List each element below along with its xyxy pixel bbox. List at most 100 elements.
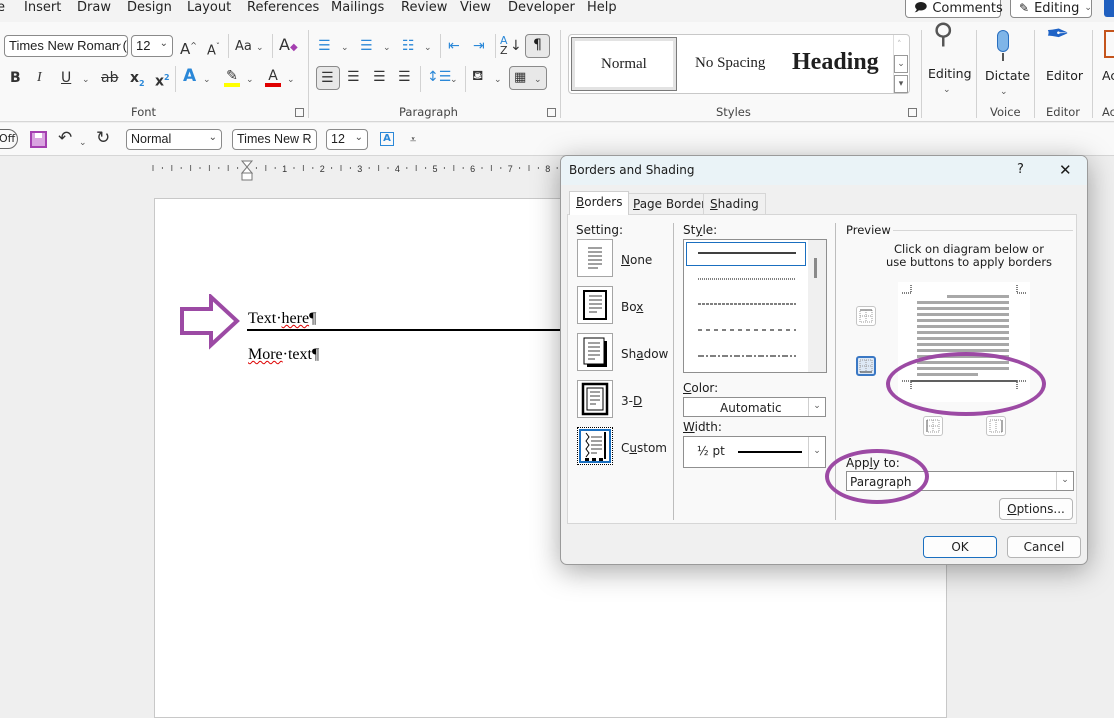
- ok-button[interactable]: OK: [923, 536, 997, 558]
- tab-help[interactable]: Help: [587, 0, 617, 15]
- close-button[interactable]: ✕: [1059, 161, 1072, 179]
- tab-layout[interactable]: Layout: [187, 0, 231, 15]
- line-spacing-icon[interactable]: ↕☰: [427, 69, 451, 85]
- editing-button[interactable]: ⚲ Editing ⌄: [925, 20, 972, 98]
- qat-style-combo[interactable]: Normal ⌄: [126, 129, 222, 150]
- add-ins-button[interactable]: Ac: [1100, 26, 1114, 98]
- chevron-down-icon[interactable]: ⌄: [82, 72, 90, 88]
- style-scrollbar-thumb[interactable]: [814, 258, 817, 278]
- multilevel-list-icon[interactable]: ☷: [402, 38, 415, 54]
- setting-3d-label[interactable]: 3-D: [621, 394, 642, 408]
- tab-insert[interactable]: Insert: [24, 0, 61, 15]
- align-right-icon[interactable]: ☰: [373, 69, 386, 85]
- horizontal-ruler[interactable]: 1 2 3 4 5 6 7 8: [150, 160, 560, 181]
- save-icon[interactable]: [30, 131, 47, 148]
- tab-references[interactable]: References: [247, 0, 319, 15]
- shading-icon[interactable]: ⛾: [472, 68, 483, 84]
- setting-box-button[interactable]: [577, 286, 613, 324]
- tab-view[interactable]: View: [460, 0, 491, 15]
- font-dialog-launcher[interactable]: [295, 108, 304, 117]
- left-border-button[interactable]: [923, 416, 943, 436]
- color-combo[interactable]: Automatic ⌄: [683, 397, 826, 417]
- undo-icon[interactable]: ↶: [58, 130, 72, 147]
- setting-none-label[interactable]: None: [621, 253, 652, 267]
- dictate-button[interactable]: Dictate ⌄: [980, 26, 1030, 98]
- chevron-down-icon[interactable]: ⌄: [203, 72, 211, 88]
- share-button[interactable]: [1104, 0, 1114, 17]
- text-box-icon[interactable]: A: [380, 132, 394, 146]
- dialog-title-bar[interactable]: Borders and Shading ? ✕: [561, 156, 1087, 185]
- font-size-combo[interactable]: 12 ⌄: [131, 35, 173, 57]
- text-effects-icon[interactable]: A: [183, 68, 196, 85]
- style-listbox[interactable]: [683, 239, 827, 373]
- style-no-spacing[interactable]: No Spacing: [681, 37, 785, 91]
- font-name-combo[interactable]: Times New Roman ( ⌄: [4, 35, 128, 57]
- bold-icon[interactable]: B: [10, 70, 21, 86]
- borders-button[interactable]: ▦ ⌄: [509, 66, 547, 90]
- highlight-icon[interactable]: ✎: [224, 68, 240, 87]
- align-center-icon[interactable]: ☰: [347, 69, 360, 85]
- show-formatting-marks-button[interactable]: ¶: [525, 34, 550, 58]
- setting-shadow-button[interactable]: [577, 333, 613, 371]
- setting-box-label[interactable]: Box: [621, 300, 643, 314]
- chevron-down-icon[interactable]: ⌄: [79, 135, 87, 151]
- chevron-down-icon[interactable]: ⌄: [494, 72, 502, 88]
- grow-font-icon[interactable]: A^: [180, 38, 197, 57]
- chevron-down-icon[interactable]: ⌄: [341, 40, 349, 56]
- font-color-icon[interactable]: A: [265, 68, 281, 87]
- customize-qat-icon[interactable]: ⩡: [410, 132, 416, 148]
- strikethrough-icon[interactable]: ab: [101, 70, 118, 86]
- apply-to-combo[interactable]: Paragraph ⌄: [846, 471, 1074, 491]
- underline-icon[interactable]: U: [61, 70, 71, 86]
- redo-icon[interactable]: ↻: [96, 130, 110, 147]
- subscript-icon[interactable]: x2: [130, 70, 145, 92]
- decrease-indent-icon[interactable]: ⇤: [448, 38, 460, 54]
- right-border-button[interactable]: [986, 416, 1006, 436]
- tab-borders[interactable]: Borders: [569, 191, 630, 215]
- justify-icon[interactable]: ☰: [398, 69, 411, 85]
- tab-shading[interactable]: Shading: [703, 193, 766, 214]
- top-border-button[interactable]: [856, 306, 876, 326]
- styles-more-icon[interactable]: ▾: [894, 75, 908, 93]
- style-heading[interactable]: Heading: [787, 37, 887, 91]
- bottom-border-button[interactable]: [856, 356, 876, 376]
- chevron-down-icon[interactable]: ⌄: [383, 40, 391, 56]
- chevron-up-icon[interactable]: ˄: [897, 37, 902, 53]
- align-left-button[interactable]: ☰: [316, 66, 340, 90]
- width-combo[interactable]: ½ pt ⌄: [683, 436, 826, 468]
- paragraph-more-text[interactable]: More·text¶: [248, 346, 319, 364]
- superscript-icon[interactable]: x2: [155, 70, 170, 90]
- qat-size-combo[interactable]: 12 ⌄: [326, 129, 368, 150]
- numbering-icon[interactable]: ☰: [360, 38, 373, 54]
- styles-dialog-launcher[interactable]: [908, 108, 917, 117]
- chevron-down-icon[interactable]: ⌄: [450, 72, 458, 88]
- qat-font-combo[interactable]: Times New R ⌄: [232, 129, 317, 150]
- setting-custom-button[interactable]: [577, 427, 613, 465]
- tab-design[interactable]: Design: [127, 0, 172, 15]
- help-button[interactable]: ?: [1017, 162, 1024, 177]
- style-normal[interactable]: Normal: [571, 37, 677, 91]
- tab-mailings[interactable]: Mailings: [331, 0, 384, 15]
- shrink-font-icon[interactable]: Aˇ: [207, 39, 220, 59]
- chevron-down-icon[interactable]: ⌄: [424, 40, 432, 56]
- editing-mode-button[interactable]: ✎ Editing ⌄: [1010, 0, 1092, 18]
- paragraph-text-here[interactable]: Text·here¶: [248, 310, 316, 328]
- tab-file[interactable]: e: [0, 0, 5, 15]
- style-scrollbar[interactable]: [808, 240, 826, 372]
- increase-indent-icon[interactable]: ⇥: [473, 38, 485, 54]
- tab-draw[interactable]: Draw: [77, 0, 111, 15]
- clear-formatting-icon[interactable]: A◆: [279, 37, 298, 56]
- tab-review[interactable]: Review: [401, 0, 447, 15]
- autosave-toggle[interactable]: Off: [0, 129, 18, 149]
- chevron-down-icon[interactable]: ⌄: [287, 72, 295, 88]
- tab-developer[interactable]: Developer: [508, 0, 575, 15]
- chevron-down-icon[interactable]: ⌄: [246, 72, 254, 88]
- cancel-button[interactable]: Cancel: [1007, 536, 1081, 558]
- change-case-button[interactable]: Aa ⌄: [235, 39, 264, 56]
- styles-scroll[interactable]: ˄ ⌄ ▾: [893, 35, 909, 93]
- setting-3d-button[interactable]: [577, 380, 613, 418]
- border-preview-diagram[interactable]: [898, 282, 1030, 402]
- editor-button[interactable]: ✒ Editor: [1040, 20, 1086, 98]
- chevron-down-icon[interactable]: ⌄: [894, 55, 908, 73]
- bullets-icon[interactable]: ☰: [318, 38, 331, 54]
